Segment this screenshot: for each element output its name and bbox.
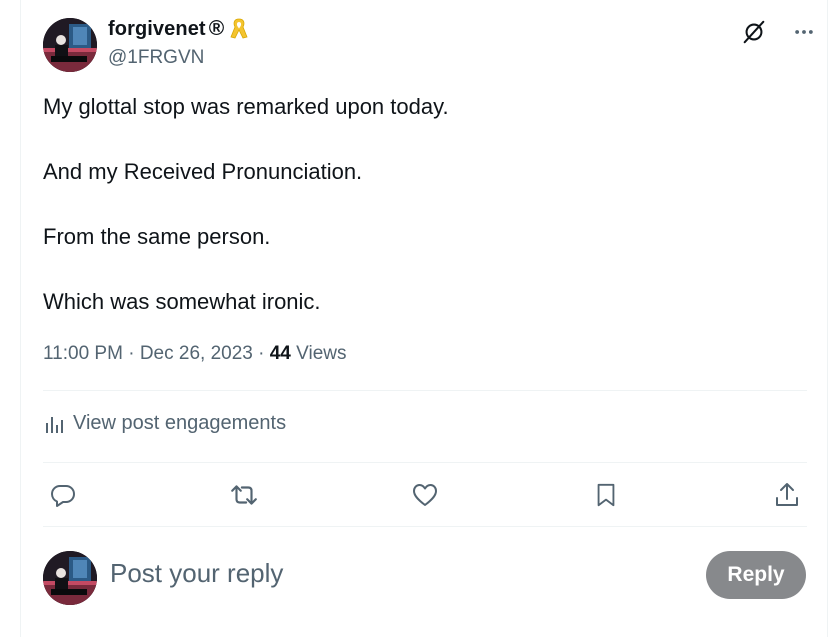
tweet-paragraph: From the same person. <box>43 224 271 249</box>
divider <box>43 462 807 463</box>
divider <box>43 390 807 391</box>
more-options-icon[interactable] <box>790 18 818 46</box>
grok-icon[interactable] <box>740 18 768 46</box>
author-avatar[interactable] <box>43 18 97 72</box>
retweet-icon[interactable] <box>224 476 264 514</box>
tweet-date[interactable]: Dec 26, 2023 <box>140 343 253 364</box>
registered-mark: ® <box>208 17 225 40</box>
engagements-label: View post engagements <box>73 412 287 434</box>
views-label: Views <box>290 343 347 364</box>
views-count: 44 <box>269 343 291 364</box>
reply-avatar <box>43 551 97 605</box>
tweet-time[interactable]: 11:00 PM <box>43 343 123 364</box>
divider <box>43 526 807 527</box>
like-icon[interactable] <box>405 476 445 514</box>
meta-separator: · <box>122 343 140 364</box>
view-engagements-link[interactable]: View post engagements <box>43 412 286 435</box>
avatar-image <box>43 551 97 605</box>
tweet-paragraph: And my Received Pronunciation. <box>43 159 363 184</box>
author-name-row: forgivenet ® <box>108 17 249 41</box>
bookmark-icon[interactable] <box>586 476 626 514</box>
action-bar <box>43 476 807 514</box>
share-icon[interactable] <box>767 476 807 514</box>
tweet-paragraph: Which was somewhat ironic. <box>43 289 321 314</box>
meta-separator: · <box>252 343 270 364</box>
reply-icon[interactable] <box>43 476 83 514</box>
author-handle[interactable]: @1FRGVN <box>108 47 204 69</box>
tweet-text: My glottal stop was remarked upon today.… <box>43 92 803 352</box>
top-actions <box>740 18 818 46</box>
bar-chart-icon <box>46 416 63 433</box>
reply-input[interactable]: Post your reply <box>110 558 283 589</box>
author-display-name[interactable]: forgivenet <box>108 18 206 41</box>
avatar-image <box>43 18 97 72</box>
yellow-ribbon-icon <box>230 18 248 39</box>
tweet-meta: 11:00 PM · Dec 26, 2023 · 44 Views <box>43 343 347 365</box>
tweet-paragraph: My glottal stop was remarked upon today. <box>43 94 449 119</box>
reply-button[interactable]: Reply <box>706 551 806 599</box>
